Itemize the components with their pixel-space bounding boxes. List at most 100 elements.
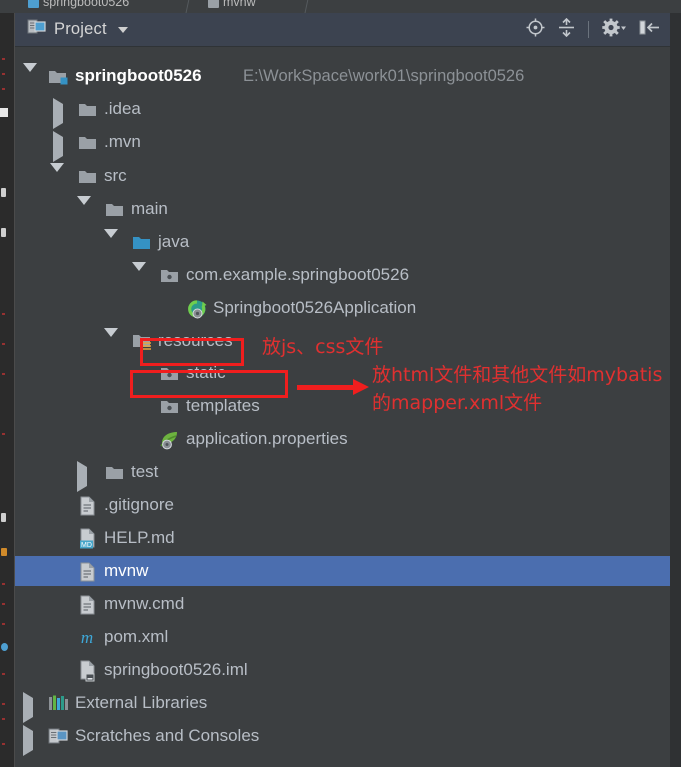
panel-title: Project [54, 20, 107, 38]
collapse-arrow-icon[interactable] [23, 725, 39, 756]
tree-row-package[interactable]: com.example.springboot0526 [15, 260, 670, 290]
tree-row-gitignore[interactable]: .gitignore [15, 490, 670, 520]
highlight-box-static [140, 338, 244, 366]
gutter-error-mark [2, 313, 5, 315]
settings-gear-icon[interactable] [602, 18, 626, 42]
markdown-file-icon: MD [78, 528, 97, 549]
gutter-error-mark [2, 703, 5, 705]
module-folder-icon [48, 68, 68, 85]
tree-row-mvn[interactable]: .mvn [15, 127, 670, 162]
gutter-error-mark [2, 58, 5, 60]
gutter-error-mark [2, 718, 5, 720]
tree-row-main[interactable]: main [15, 194, 670, 224]
tree-label: com.example.springboot0526 [186, 265, 410, 284]
gutter-error-mark [2, 73, 5, 75]
tree-row-external-libraries[interactable]: External Libraries [15, 688, 670, 723]
collapse-all-icon[interactable] [558, 17, 575, 42]
tree-label: pom.xml [104, 627, 169, 646]
tree-row-application-properties[interactable]: application.properties [15, 424, 670, 454]
expand-arrow-icon[interactable] [23, 63, 39, 91]
gutter-error-mark [2, 743, 5, 745]
libraries-icon [48, 695, 68, 712]
tree-row-springboot0526[interactable]: springboot0526 E:\WorkSpace\work01\sprin… [15, 61, 670, 91]
tree-row-help-md[interactable]: MD HELP.md [15, 523, 670, 553]
annotation-text-group: 放js、css文件 放html文件和其他文件如mybatis 的mapper.x… [262, 330, 681, 425]
editor-tab-mvnw[interactable]: mvnw [200, 0, 264, 13]
gutter-run-mark [1, 643, 8, 651]
tree-row-src[interactable]: src [15, 161, 670, 191]
tab-separator [304, 0, 309, 13]
folder-icon [105, 464, 124, 481]
project-title-group[interactable]: Project [15, 18, 128, 41]
locate-file-icon[interactable] [526, 18, 545, 42]
iml-file-icon [78, 660, 97, 682]
annotation-line-1: 放js、css文件 [262, 336, 384, 358]
tree-row-iml[interactable]: springboot0526.iml [15, 655, 670, 685]
expand-arrow-icon[interactable] [77, 196, 93, 224]
tree-label: HELP.md [104, 528, 175, 547]
tree-label: java [158, 232, 190, 251]
collapse-arrow-icon[interactable] [23, 692, 39, 723]
gutter-error-mark [2, 373, 5, 375]
gutter-marker [1, 513, 6, 522]
gutter-error-mark [2, 603, 5, 605]
tree-label: templates [186, 396, 260, 415]
project-panel-header: Project [15, 13, 670, 47]
tree-label: .mvn [104, 132, 141, 151]
svg-text:m: m [81, 628, 93, 647]
folder-icon [105, 201, 124, 218]
tree-row-pom-xml[interactable]: m pom.xml [15, 622, 670, 652]
gutter-marker [1, 228, 6, 237]
tree-row-test[interactable]: test [15, 457, 670, 492]
tree-row-java[interactable]: java [15, 227, 670, 257]
expand-arrow-icon[interactable] [50, 163, 66, 191]
tree-label: springboot0526.iml [104, 660, 248, 679]
file-icon [208, 0, 219, 8]
collapse-arrow-icon[interactable] [53, 131, 69, 162]
expand-arrow-icon[interactable] [104, 229, 120, 257]
gutter-error-mark [2, 88, 5, 90]
folder-icon [78, 168, 97, 185]
gutter-error-mark [2, 343, 5, 345]
collapse-arrow-icon[interactable] [53, 98, 69, 129]
file-icon [78, 595, 97, 615]
idea-project-tool-window: springboot0526 mvnw Project springboot05… [0, 0, 681, 767]
tree-row-scratches-and-consoles[interactable]: Scratches and Consoles [15, 721, 670, 756]
expand-arrow-icon[interactable] [104, 328, 120, 356]
editor-tab-label: mvnw [223, 0, 256, 9]
gutter-caret [0, 108, 8, 117]
svg-text:MD: MD [81, 542, 92, 549]
editor-tab-label: springboot0526 [43, 0, 130, 9]
project-view-icon [27, 18, 47, 41]
expand-arrow-icon[interactable] [132, 262, 148, 290]
spring-properties-icon [159, 430, 178, 450]
gutter-marker [1, 188, 6, 197]
source-root-icon [132, 234, 151, 251]
module-icon [28, 0, 39, 8]
editor-tab-strip: springboot0526 mvnw [0, 0, 681, 13]
file-icon [78, 562, 97, 582]
tree-label: External Libraries [75, 693, 208, 712]
panel-toolbar [526, 17, 670, 42]
tree-label: .idea [104, 99, 141, 118]
gutter-error-mark [2, 433, 5, 435]
tree-row-idea[interactable]: .idea [15, 94, 670, 129]
tree-label: mvnw.cmd [104, 594, 185, 613]
hide-panel-icon[interactable] [639, 18, 660, 42]
tree-label: main [131, 199, 168, 218]
chevron-down-icon[interactable] [117, 26, 128, 33]
scratches-icon [48, 727, 68, 744]
file-icon [78, 496, 97, 516]
editor-tab-springboot0526[interactable]: springboot0526 [20, 0, 137, 13]
gutter-error-mark [2, 623, 5, 625]
collapse-arrow-icon[interactable] [77, 461, 93, 492]
gutter-error-mark [2, 673, 5, 675]
tab-separator [185, 0, 190, 13]
editor-gutter-strip [0, 13, 15, 767]
tree-row-mvnw-cmd[interactable]: mvnw.cmd [15, 589, 670, 619]
tree-label: application.properties [186, 429, 348, 448]
tree-row-mvnw[interactable]: mvnw [15, 556, 670, 586]
package-icon [160, 267, 179, 284]
tree-label: springboot0526 [75, 66, 202, 85]
tree-row-springboot-application[interactable]: Springboot0526Application [15, 293, 670, 323]
